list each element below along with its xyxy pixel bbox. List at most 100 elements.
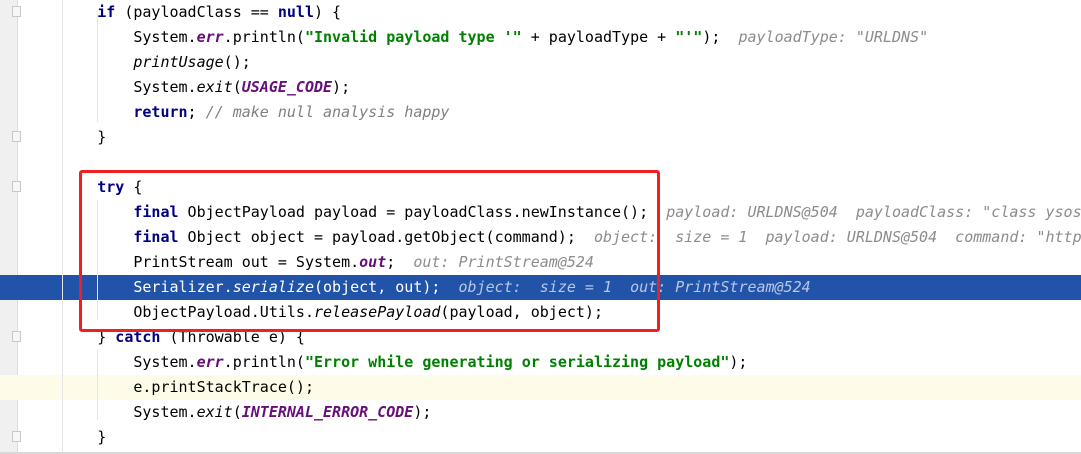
code-token: ); — [729, 353, 748, 371]
code-line[interactable]: return; // make null analysis happy — [0, 100, 1081, 125]
code-token: ( — [232, 403, 242, 421]
code-line-content: return; // make null analysis happy — [133, 100, 449, 125]
static-field: USAGE_CODE — [241, 78, 333, 96]
debug-inline-value: out: PrintStream@524 — [413, 253, 594, 271]
execution-point-line[interactable]: Serializer.serialize(object, out); objec… — [0, 275, 1081, 300]
keyword: if — [97, 3, 116, 21]
code-token: ); — [413, 403, 432, 421]
code-token: (object, out); — [313, 278, 459, 296]
code-token: System. — [133, 28, 197, 46]
code-token: (Throwable e) { — [160, 328, 305, 346]
keyword: return — [133, 103, 188, 121]
indent-guide — [97, 350, 98, 420]
code-token: ( — [232, 78, 242, 96]
static-field: err — [196, 353, 224, 371]
code-line-content: System.err.println("Invalid payload type… — [133, 25, 928, 50]
code-token: (payload, object); — [440, 303, 603, 321]
static-method: exit — [196, 403, 233, 421]
code-token: System. — [133, 403, 197, 421]
code-line[interactable]: ObjectPayload.Utils.releasePayload(paylo… — [0, 300, 1081, 325]
indent-guide — [62, 0, 63, 452]
fold-marker-icon[interactable] — [12, 181, 21, 192]
code-token: } — [97, 128, 107, 146]
code-token: Serializer. — [133, 278, 233, 296]
keyword: final — [133, 228, 179, 246]
code-token: ; — [386, 253, 414, 271]
static-method: printUsage — [133, 53, 224, 71]
static-field: INTERNAL_ERROR_CODE — [241, 403, 414, 421]
code-line-content: Serializer.serialize(object, out); objec… — [133, 275, 810, 300]
code-line[interactable]: System.err.println("Invalid payload type… — [0, 25, 1081, 50]
debug-inline-value: object: size = 1 out: PrintStream@524 — [458, 278, 811, 296]
code-line-content: ObjectPayload.Utils.releasePayload(paylo… — [133, 300, 603, 325]
code-token: .println( — [223, 28, 305, 46]
code-token: { — [124, 178, 143, 196]
code-token: ObjectPayload payload = payloadClass.new… — [178, 203, 667, 221]
code-line-content: System.exit(INTERNAL_ERROR_CODE); — [133, 400, 431, 425]
code-token: ObjectPayload.Utils. — [133, 303, 314, 321]
code-line[interactable]: System.exit(INTERNAL_ERROR_CODE); — [0, 400, 1081, 425]
code-token: (payloadClass == — [115, 3, 278, 21]
code-line-content: if (payloadClass == null) { — [97, 0, 341, 25]
code-token: + payloadType + — [521, 28, 676, 46]
code-token: Object object = payload.getObject(comman… — [178, 228, 594, 246]
indent-guide — [97, 200, 98, 320]
code-token: ) { — [313, 3, 342, 21]
code-line[interactable]: PrintStream out = System.out; out: Print… — [0, 250, 1081, 275]
fold-marker-icon[interactable] — [12, 6, 21, 17]
code-token: System. — [133, 78, 197, 96]
code-line[interactable]: if (payloadClass == null) { — [0, 0, 1081, 25]
fold-end-icon[interactable] — [12, 431, 21, 442]
static-method: releasePayload — [313, 303, 441, 321]
code-line[interactable]: e.printStackTrace(); — [0, 375, 1081, 400]
code-line[interactable]: final Object object = payload.getObject(… — [0, 225, 1081, 250]
code-line-content: } — [97, 125, 106, 150]
code-token: ; — [187, 103, 206, 121]
code-line[interactable]: } — [0, 425, 1081, 450]
keyword: null — [277, 3, 314, 21]
code-line[interactable]: final ObjectPayload payload = payloadCla… — [0, 200, 1081, 225]
code-token: PrintStream out = System. — [133, 253, 360, 271]
code-line-content: System.exit(USAGE_CODE); — [133, 75, 350, 100]
code-line[interactable]: printUsage(); — [0, 50, 1081, 75]
code-token: (); — [223, 53, 251, 71]
code-token: ); — [332, 78, 351, 96]
code-line-content: PrintStream out = System.out; out: Print… — [133, 250, 594, 275]
code-line[interactable]: try { — [0, 175, 1081, 200]
string-literal: "'" — [675, 28, 703, 46]
static-method: serialize — [232, 278, 314, 296]
indent-guide — [97, 12, 98, 122]
code-line-content: System.err.println("Error while generati… — [133, 350, 747, 375]
code-line-content: final Object object = payload.getObject(… — [133, 225, 1081, 250]
code-token: System. — [133, 353, 197, 371]
string-literal: "Invalid payload type '" — [304, 28, 522, 46]
code-token: ); — [702, 28, 739, 46]
fold-marker-icon[interactable] — [12, 331, 21, 342]
code-line-content: final ObjectPayload payload = payloadCla… — [133, 200, 1081, 225]
code-token: } — [97, 428, 107, 446]
code-line[interactable]: System.err.println("Error while generati… — [0, 350, 1081, 375]
code-line[interactable]: System.exit(USAGE_CODE); — [0, 75, 1081, 100]
code-line-content: e.printStackTrace(); — [133, 375, 314, 400]
code-line[interactable]: } catch (Throwable e) { — [0, 325, 1081, 350]
debug-inline-value: payloadType: "URLDNS" — [738, 28, 929, 46]
string-literal: "Error while generating or serializing p… — [304, 353, 730, 371]
debug-inline-value: payload: URLDNS@504 payloadClass: "class… — [666, 203, 1081, 221]
code-line-content: } catch (Throwable e) { — [97, 325, 305, 350]
keyword: try — [97, 178, 125, 196]
code-line[interactable]: } — [0, 125, 1081, 150]
code-line-content: try { — [97, 175, 142, 200]
fold-end-icon[interactable] — [12, 131, 21, 142]
static-method: exit — [196, 78, 233, 96]
code-token: } — [97, 328, 116, 346]
code-line-content: } — [97, 425, 106, 450]
code-line-content: printUsage(); — [133, 50, 250, 75]
keyword: final — [133, 203, 179, 221]
static-field: out — [359, 253, 387, 271]
code-token: e.printStackTrace(); — [133, 378, 314, 396]
code-line[interactable] — [0, 150, 1081, 175]
keyword: catch — [115, 328, 161, 346]
debug-inline-value: object: size = 1 payload: URLDNS@504 com… — [593, 228, 1081, 246]
static-field: err — [196, 28, 224, 46]
code-token: .println( — [223, 353, 305, 371]
